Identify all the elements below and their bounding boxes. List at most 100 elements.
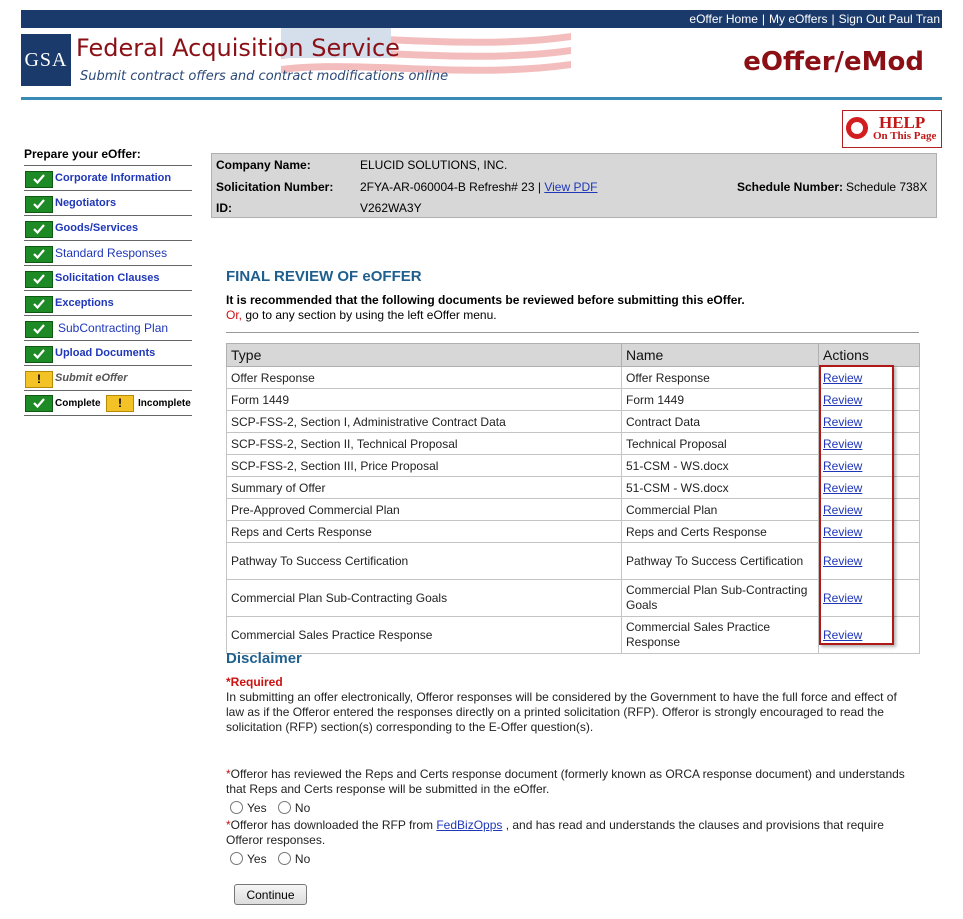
review-link[interactable]: Review — [823, 591, 862, 605]
company-name-value: ELUCID SOLUTIONS, INC. — [360, 158, 508, 172]
sidebar-item-label[interactable]: Exceptions — [55, 297, 114, 309]
name-text: 51-CSM - WS.docx — [626, 480, 729, 495]
type-cell: Pathway To Success Certification — [226, 542, 622, 580]
sidebar-item-label[interactable]: Solicitation Clauses — [55, 272, 160, 284]
sidebar-item-submit-eoffer[interactable]: ! Submit eOffer — [24, 366, 192, 391]
sidebar-item-label[interactable]: SubContracting Plan — [58, 321, 168, 335]
app-title: eOffer/eMod — [743, 47, 924, 77]
nav-separator: | — [761, 12, 766, 26]
reps-certs-no-option[interactable]: No — [277, 801, 311, 815]
eoffer-home-link[interactable]: eOffer Home — [689, 12, 757, 26]
table-row: Form 1449 Form 1449 Review — [226, 388, 920, 411]
type-text: Offer Response — [231, 370, 315, 385]
sidebar-item-negotiators[interactable]: Negotiators — [24, 191, 192, 216]
radio-button[interactable] — [277, 852, 291, 865]
type-text: SCP-FSS-2, Section II, Technical Proposa… — [231, 436, 458, 451]
review-link[interactable]: Review — [823, 393, 862, 407]
schedule-number-value: Schedule 738X — [846, 180, 928, 194]
legend-complete-label: Complete — [55, 398, 101, 409]
column-header-actions: Actions — [818, 343, 920, 367]
checkmark-icon — [25, 395, 53, 412]
offer-info-panel: Company Name: ELUCID SOLUTIONS, INC. Sol… — [211, 153, 937, 218]
sidebar-item-label[interactable]: Submit eOffer — [55, 372, 128, 384]
view-pdf-link[interactable]: View PDF — [544, 180, 597, 194]
header-divider — [21, 97, 942, 100]
action-cell: Review — [818, 498, 920, 521]
section-divider — [226, 332, 919, 333]
name-text: Reps and Certs Response — [626, 524, 767, 539]
gsa-logo: GSA — [21, 34, 71, 86]
name-text: Commercial Plan — [626, 502, 718, 517]
checkmark-icon — [25, 196, 53, 213]
name-text: Form 1449 — [626, 392, 685, 407]
review-link[interactable]: Review — [823, 415, 862, 429]
sidebar-item-label[interactable]: Goods/Services — [55, 222, 138, 234]
column-header-name: Name — [621, 343, 819, 367]
reps-certs-radio-group: Yes No — [230, 801, 318, 815]
checkmark-icon — [25, 321, 53, 338]
review-link[interactable]: Review — [823, 503, 862, 517]
help-on-this-page-button[interactable]: HELP On This Page — [842, 110, 942, 148]
action-cell: Review — [818, 542, 920, 580]
sidebar-item-solicitation-clauses[interactable]: Solicitation Clauses — [24, 266, 192, 291]
name-cell: Offer Response — [621, 366, 819, 389]
name-cell: 51-CSM - WS.docx — [621, 476, 819, 499]
rfp-yes-option[interactable]: Yes — [230, 852, 267, 866]
site-header: GSA Federal Acquisition Service Submit c… — [21, 28, 942, 98]
action-cell: Review — [818, 410, 920, 433]
type-cell: Form 1449 — [226, 388, 622, 411]
radio-button[interactable] — [230, 852, 243, 865]
continue-button[interactable]: Continue — [234, 884, 307, 905]
review-link[interactable]: Review — [823, 628, 862, 642]
disclaimer-text: In submitting an offer electronically, O… — [226, 690, 897, 734]
my-eoffers-link[interactable]: My eOffers — [769, 12, 827, 26]
checkmark-icon — [25, 246, 53, 263]
review-link[interactable]: Review — [823, 525, 862, 539]
name-cell: 51-CSM - WS.docx — [621, 454, 819, 477]
table-row: Summary of Offer 51-CSM - WS.docx Review — [226, 476, 920, 499]
alternative-text: go to any section by using the left eOff… — [242, 308, 497, 322]
reps-certs-yes-option[interactable]: Yes — [230, 801, 267, 815]
sidebar-item-label[interactable]: Corporate Information — [55, 172, 171, 184]
sidebar-item-label[interactable]: Upload Documents — [55, 347, 155, 359]
fedbizopps-link[interactable]: FedBizOpps — [436, 818, 502, 832]
radio-button[interactable] — [277, 801, 291, 814]
review-instructions: It is recommended that the following doc… — [226, 293, 745, 307]
company-name-label: Company Name: — [216, 158, 311, 172]
sidebar-item-goods-services[interactable]: Goods/Services — [24, 216, 192, 241]
legend-incomplete-label: Incomplete — [138, 398, 191, 409]
radio-button[interactable] — [230, 801, 243, 814]
review-link[interactable]: Review — [823, 481, 862, 495]
name-cell: Form 1449 — [621, 388, 819, 411]
sidebar-item-subcontracting-plan[interactable]: SubContracting Plan — [24, 316, 192, 341]
review-link[interactable]: Review — [823, 371, 862, 385]
table-row: SCP-FSS-2, Section I, Administrative Con… — [226, 410, 920, 433]
type-text: Pathway To Success Certification — [231, 553, 409, 568]
name-text: Pathway To Success Certification — [626, 553, 804, 568]
review-link[interactable]: Review — [823, 459, 862, 473]
name-cell: Contract Data — [621, 410, 819, 433]
sidebar-item-upload-documents[interactable]: Upload Documents — [24, 341, 192, 366]
column-header-type: Type — [226, 343, 622, 367]
review-link[interactable]: Review — [823, 554, 862, 568]
sidebar-item-corporate-information[interactable]: Corporate Information — [24, 166, 192, 191]
sign-out-link[interactable]: Sign Out Paul Tran — [839, 12, 940, 26]
no-label: No — [294, 801, 311, 815]
review-link[interactable]: Review — [823, 437, 862, 451]
table-header-row: Type Name Actions — [226, 343, 920, 367]
checkmark-icon — [25, 346, 53, 363]
action-cell: Review — [818, 454, 920, 477]
rfp-radio-group: Yes No — [230, 852, 318, 866]
reps-certs-question-text: Offeror has reviewed the Reps and Certs … — [226, 767, 905, 796]
type-cell: SCP-FSS-2, Section III, Price Proposal — [226, 454, 622, 477]
sidebar-item-standard-responses[interactable]: Standard Responses — [24, 241, 192, 266]
name-cell: Reps and Certs Response — [621, 520, 819, 543]
nav-separator: | — [831, 12, 835, 26]
sidebar-item-exceptions[interactable]: Exceptions — [24, 291, 192, 316]
type-text: Commercial Sales Practice Response — [231, 627, 433, 642]
rfp-no-option[interactable]: No — [277, 852, 310, 866]
sidebar-item-label[interactable]: Negotiators — [55, 197, 116, 209]
lifebuoy-icon — [846, 117, 868, 139]
type-cell: Offer Response — [226, 366, 622, 389]
sidebar-item-label[interactable]: Standard Responses — [55, 246, 167, 260]
